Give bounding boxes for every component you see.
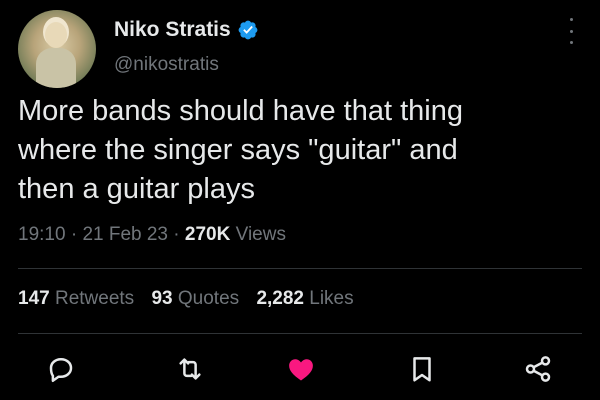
tweet-stats: 147 Retweets 93 Quotes 2,282 Likes (18, 288, 366, 310)
tweet-text-line: then a guitar plays (18, 173, 255, 205)
bookmark-icon (413, 357, 431, 382)
tweet-date[interactable]: 21 Feb 23 (82, 224, 168, 245)
reply-icon (49, 358, 73, 382)
views-count: 270K (184, 224, 231, 245)
verified-badge-icon (237, 19, 259, 41)
views-label: Views (235, 224, 286, 245)
share-button[interactable] (523, 354, 553, 384)
avatar[interactable] (18, 10, 96, 88)
author-name[interactable]: Niko Stratis (114, 18, 231, 42)
quotes-count: 93 (151, 288, 173, 309)
share-icon (525, 356, 551, 382)
tweet-text-line: where the singer says "guitar" and (18, 134, 458, 166)
more-dot (569, 18, 573, 21)
bookmark-button[interactable] (407, 354, 437, 384)
author-name-row[interactable]: Niko Stratis (114, 18, 259, 42)
tweet-text: More bands should have that thing where … (18, 92, 578, 209)
author-handle[interactable]: @nikostratis (114, 54, 219, 76)
more-dot (569, 29, 573, 33)
avatar-body (36, 48, 76, 88)
retweets-count: 147 (18, 288, 50, 309)
action-bar (0, 348, 600, 388)
retweets-stat[interactable]: 147 Retweets (18, 288, 139, 309)
like-button[interactable] (286, 354, 316, 384)
divider (18, 333, 582, 334)
meta-separator: · (173, 224, 180, 245)
tweet-time[interactable]: 19:10 (18, 224, 66, 245)
retweet-button[interactable] (175, 354, 205, 384)
retweet-icon (179, 358, 201, 380)
heart-icon (289, 359, 313, 381)
tweet-text-line: More bands should have that thing (18, 95, 463, 127)
quotes-label: Quotes (177, 288, 240, 309)
avatar-head (45, 22, 67, 48)
divider (18, 268, 582, 269)
reply-button[interactable] (46, 354, 76, 384)
likes-stat[interactable]: 2,282 Likes (256, 288, 353, 309)
retweets-label: Retweets (54, 288, 135, 309)
meta-separator: · (70, 224, 78, 245)
likes-count: 2,282 (256, 288, 304, 309)
likes-label: Likes (309, 288, 354, 309)
tweet-meta: 19:10 · 21 Feb 23 · 270K Views (18, 224, 286, 246)
quotes-stat[interactable]: 93 Quotes (151, 288, 244, 309)
more-dot (569, 41, 573, 44)
more-options-icon[interactable] (565, 18, 577, 44)
